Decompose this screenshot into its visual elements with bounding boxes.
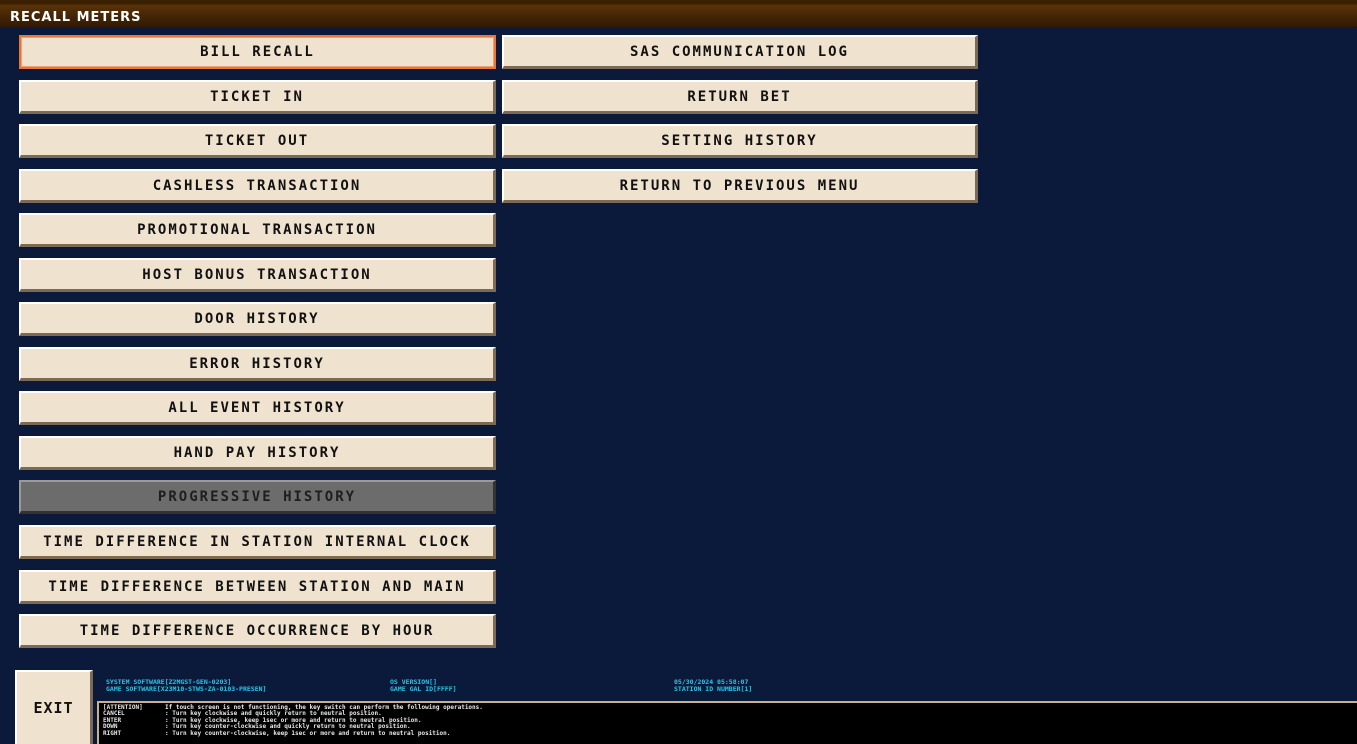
software-info: SYSTEM SOFTWARE[Z2MGST-GEN-0203] GAME SO… — [106, 679, 266, 693]
station-info: 05/30/2024 05:58:07 STATION ID NUMBER[1] — [674, 679, 752, 693]
time-difference-station-main-button[interactable]: TIME DIFFERENCE BETWEEN STATION AND MAIN — [19, 570, 496, 604]
game-software-label: GAME SOFTWARE[X23M10-STWS-ZA-0103-PRESEN… — [106, 685, 267, 693]
title-bar: RECALL METERS — [0, 0, 1357, 27]
setting-history-button[interactable]: SETTING HISTORY — [502, 124, 978, 158]
attention-panel: [ATTENTION] If touch screen is not functi… — [97, 701, 1357, 744]
page-title: RECALL METERS — [10, 10, 142, 25]
ticket-out-button[interactable]: TICKET OUT — [19, 124, 496, 158]
door-history-button[interactable]: DOOR HISTORY — [19, 302, 496, 336]
all-event-history-button[interactable]: ALL EVENT HISTORY — [19, 391, 496, 425]
progressive-history-button: PROGRESSIVE HISTORY — [19, 480, 496, 514]
promotional-transaction-button[interactable]: PROMOTIONAL TRANSACTION — [19, 213, 496, 247]
cashless-transaction-button[interactable]: CASHLESS TRANSACTION — [19, 169, 496, 203]
version-info: OS VERSION[] GAME GAL ID[FFFF] — [390, 679, 457, 693]
time-difference-internal-clock-button[interactable]: TIME DIFFERENCE IN STATION INTERNAL CLOC… — [19, 525, 496, 559]
host-bonus-transaction-button[interactable]: HOST BONUS TRANSACTION — [19, 258, 496, 292]
sas-communication-log-button[interactable]: SAS COMMUNICATION LOG — [502, 35, 978, 69]
attention-key: RIGHT — [103, 729, 122, 737]
exit-button[interactable]: EXIT — [15, 670, 93, 744]
attention-row: RIGHT : Turn key counter-clockwise, keep … — [103, 729, 1353, 737]
return-bet-button[interactable]: RETURN BET — [502, 80, 978, 114]
time-difference-by-hour-button[interactable]: TIME DIFFERENCE OCCURRENCE BY HOUR — [19, 614, 496, 648]
game-gal-id-label: GAME GAL ID[FFFF] — [390, 685, 457, 693]
return-to-previous-menu-button[interactable]: RETURN TO PREVIOUS MENU — [502, 169, 978, 203]
attention-text: : Turn key counter-clockwise, keep 1sec … — [165, 729, 451, 737]
station-id-label: STATION ID NUMBER[1] — [674, 685, 753, 693]
bill-recall-button[interactable]: BILL RECALL — [19, 35, 496, 69]
ticket-in-button[interactable]: TICKET IN — [19, 80, 496, 114]
hand-pay-history-button[interactable]: HAND PAY HISTORY — [19, 436, 496, 470]
error-history-button[interactable]: ERROR HISTORY — [19, 347, 496, 381]
